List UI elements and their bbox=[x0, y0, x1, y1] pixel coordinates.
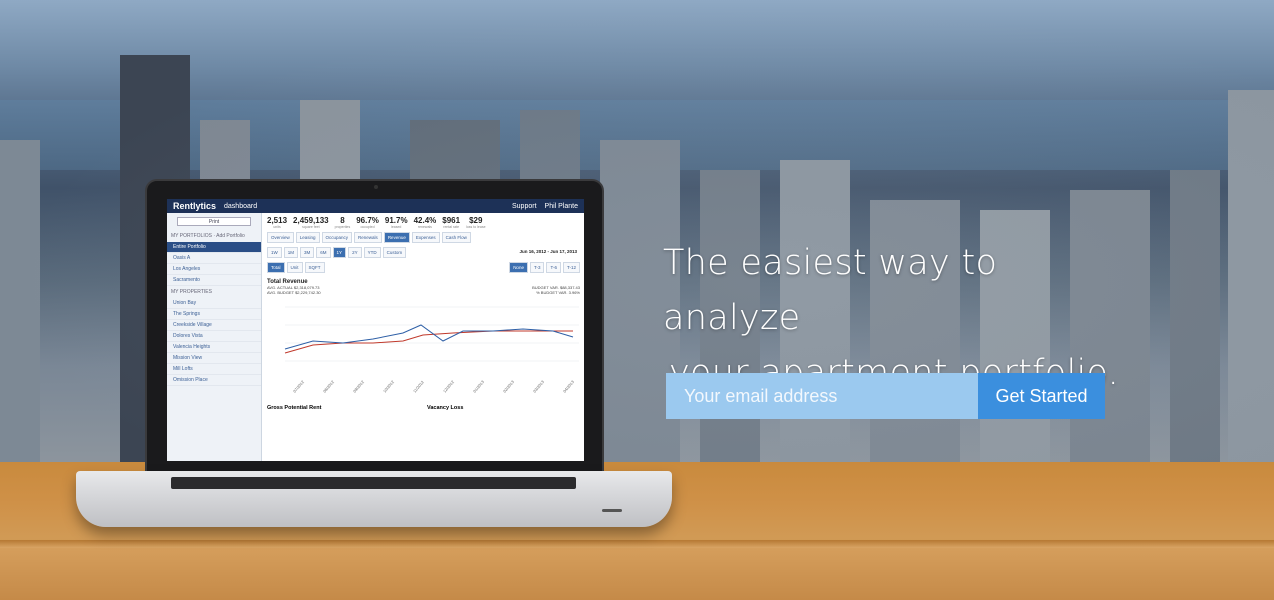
sidebar-item: Entire Portfolio bbox=[167, 242, 261, 253]
chart-stats: AVG. ACTUAL $2,318,079.73 BUDGET VAR. $88… bbox=[267, 285, 580, 295]
sidebar-item: Creekside Village bbox=[167, 320, 261, 331]
x-tick: 02/2013 bbox=[502, 379, 516, 394]
nav-dashboard: dashboard bbox=[224, 202, 258, 210]
sidebar-header-properties: MY PROPERTIES bbox=[171, 289, 212, 295]
keyboard bbox=[171, 477, 576, 489]
x-tick: 11/2012 bbox=[412, 379, 425, 394]
kpi: 96.7% occupied bbox=[356, 216, 379, 229]
mode: Unit bbox=[286, 262, 303, 273]
tab: Expenses bbox=[411, 232, 440, 243]
get-started-button[interactable]: Get Started bbox=[978, 373, 1105, 419]
desk-edge bbox=[0, 540, 1274, 548]
date-range: Jun 16, 2012 - Jun 17, 2013 bbox=[519, 249, 577, 254]
tab: Cash Flow bbox=[441, 232, 471, 243]
tab: Leasing bbox=[295, 232, 320, 243]
revenue-chart: 07/2012 08/2012 09/2012 10/2012 11/2012 … bbox=[284, 306, 579, 394]
status-led bbox=[602, 509, 622, 512]
app-screenshot: Rentlytics dashboard Support Phil Plante… bbox=[167, 199, 584, 461]
compare: T-3 bbox=[529, 262, 545, 273]
email-input[interactable] bbox=[666, 373, 978, 419]
headline-line-1: The easiest way to analyze bbox=[663, 243, 998, 338]
kpi: 2,513 units bbox=[267, 216, 288, 229]
kpi: $29 loss to lease bbox=[466, 216, 486, 229]
chart-title: Gross Potential Rent bbox=[267, 405, 322, 411]
laptop-screen-bezel: Rentlytics dashboard Support Phil Plante… bbox=[145, 179, 604, 479]
chart-line-actual bbox=[284, 324, 574, 350]
tab: Overview bbox=[267, 232, 294, 243]
sidebar-header-portfolios: MY PORTFOLIOS · Add Portfolio bbox=[171, 233, 245, 239]
sidebar-item: Sacramento bbox=[167, 275, 261, 286]
sidebar-item: Los Angeles bbox=[167, 264, 261, 275]
range: 1W bbox=[267, 247, 282, 258]
range: 6M bbox=[316, 247, 331, 258]
compare: T-6 bbox=[546, 262, 561, 273]
sidebar-item: Omission Place bbox=[167, 375, 261, 386]
tab-active: Revenue bbox=[383, 232, 410, 243]
chart-title: Total Revenue bbox=[267, 279, 308, 285]
x-tick: 04/2013 bbox=[562, 379, 576, 394]
tab-row: Overview Leasing Occupancy Renewals Reve… bbox=[263, 232, 584, 243]
print-button: Print bbox=[177, 217, 251, 226]
app-main: 2,513 units 2,459,133 square feet 8 propert… bbox=[263, 213, 584, 461]
mode-active: Total bbox=[267, 262, 285, 273]
tab: Occupancy bbox=[321, 232, 353, 243]
app-topbar: Rentlytics dashboard Support Phil Plante bbox=[167, 199, 584, 213]
x-tick: 10/2012 bbox=[382, 379, 396, 394]
x-tick: 12/2012 bbox=[442, 379, 456, 394]
range: YTD bbox=[363, 247, 381, 258]
range-row: 1W 1M 3M 6M 1Y 2Y YTD Custom Jun 16, 201… bbox=[263, 247, 584, 258]
compare-active: None bbox=[509, 262, 528, 273]
sidebar-item: Dolores Vista bbox=[167, 331, 261, 342]
sidebar-item: Oasis A bbox=[167, 253, 261, 264]
range: 1M bbox=[283, 247, 299, 258]
sidebar-item: Union Bay bbox=[167, 298, 261, 309]
range: 3M bbox=[300, 247, 315, 258]
x-tick: 08/2012 bbox=[322, 379, 336, 394]
sidebar-item: Mill Lofts bbox=[167, 364, 261, 375]
kpi: 42.4% renewals bbox=[413, 216, 437, 229]
signup-form: Get Started bbox=[666, 373, 1105, 419]
kpi: 91.7% leased bbox=[384, 216, 408, 229]
app-sidebar: Print MY PORTFOLIOS · Add Portfolio Enti… bbox=[167, 213, 262, 461]
sidebar-item: Mission View bbox=[167, 353, 261, 364]
sidebar-item: The Springs bbox=[167, 309, 261, 320]
x-tick: 01/2013 bbox=[472, 379, 486, 394]
compare: T-12 bbox=[562, 262, 580, 273]
mode: SQFT bbox=[304, 262, 325, 273]
mode-row: Total Unit SQFT None T-3 T-6 T-12 bbox=[263, 262, 584, 273]
range: 2Y bbox=[348, 247, 362, 258]
desk-front bbox=[0, 548, 1274, 600]
range: Custom bbox=[382, 247, 407, 258]
sidebar-item: Valencia Heights bbox=[167, 342, 261, 353]
nav-support: Support bbox=[512, 202, 537, 210]
tab: Renewals bbox=[354, 232, 382, 243]
app-logo: Rentlytics bbox=[173, 201, 217, 211]
camera-icon bbox=[374, 185, 378, 189]
x-tick: 07/2012 bbox=[292, 379, 306, 394]
kpi: 2,459,133 square feet bbox=[293, 216, 329, 229]
kpi-row: 2,513 units 2,459,133 square feet 8 propert… bbox=[263, 213, 584, 232]
x-tick: 03/2013 bbox=[532, 379, 546, 394]
laptop-base bbox=[76, 471, 672, 527]
user-menu: Phil Plante bbox=[544, 202, 578, 210]
chart-title: Vacancy Loss bbox=[427, 405, 464, 411]
sub-chart-titles: Gross Potential Rent Vacancy Loss bbox=[263, 405, 584, 411]
kpi: 8 properties bbox=[334, 216, 351, 229]
x-tick: 09/2012 bbox=[352, 379, 366, 394]
range-active: 1Y bbox=[332, 247, 347, 258]
kpi: $961 rental rate bbox=[442, 216, 461, 229]
